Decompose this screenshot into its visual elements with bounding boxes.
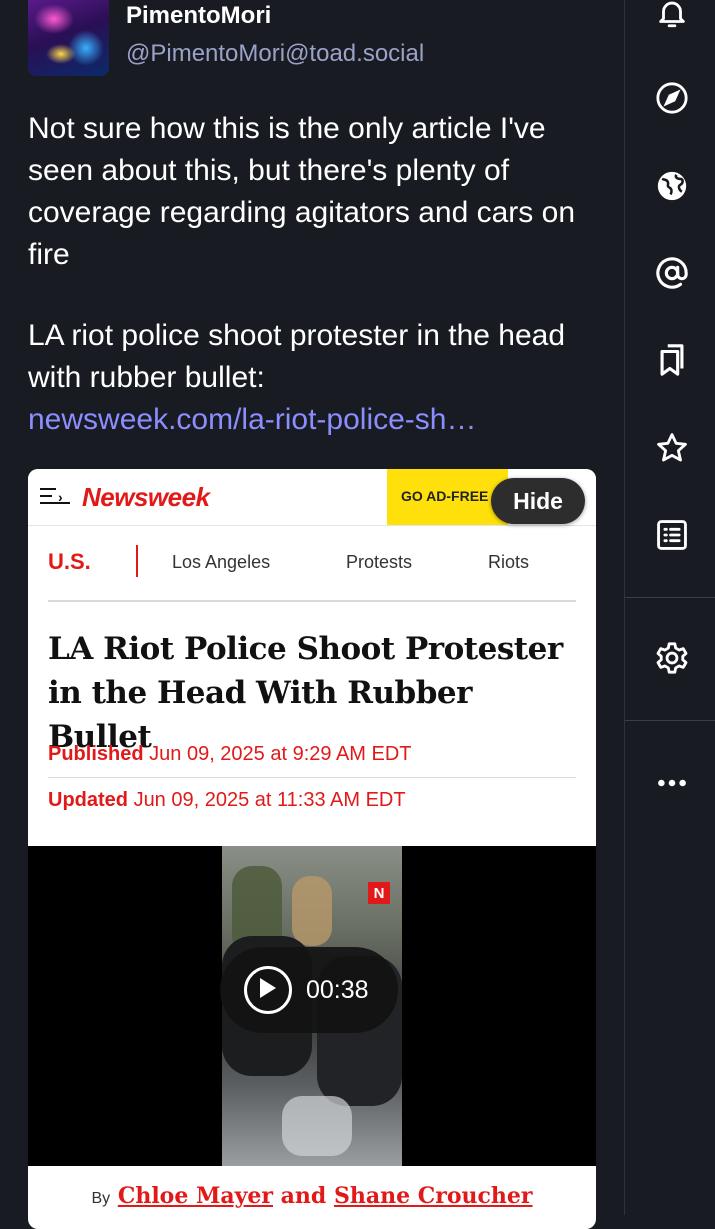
category-item: Los Angeles — [172, 552, 271, 572]
rail-divider — [625, 720, 715, 721]
bookmarks-icon[interactable] — [655, 343, 689, 377]
ad-free-banner: GO AD-FREE — [387, 469, 508, 525]
category-item: Protests — [346, 552, 413, 572]
star-icon[interactable] — [655, 431, 689, 465]
post-content: Not sure how this is the only article I'… — [28, 108, 598, 441]
globe-icon[interactable] — [655, 169, 689, 203]
hide-media-button[interactable]: Hide — [491, 478, 585, 524]
article-link[interactable]: newsweek.com/la-riot-police-sh… — [28, 399, 598, 441]
author-link: Chloe Mayer — [117, 1183, 273, 1209]
more-icon[interactable] — [655, 766, 689, 800]
display-name[interactable]: PimentoMori — [126, 2, 271, 30]
bell-icon[interactable] — [655, 0, 689, 30]
updated-row: Updated Jun 09, 2025 at 11:33 AM EDT — [48, 789, 576, 812]
play-button[interactable]: 00:38 — [220, 947, 398, 1033]
author-link: Shane Croucher — [333, 1183, 533, 1209]
newsweek-logo: Newsweek — [82, 482, 210, 512]
updated-label: Updated — [48, 789, 128, 811]
post-paragraph: LA riot police shoot protester in the he… — [28, 315, 598, 441]
avatar-art — [34, 4, 74, 34]
published-date: Jun 09, 2025 at 9:29 AM EDT — [149, 743, 412, 765]
published-label: Published — [48, 743, 144, 765]
post-paragraph: Not sure how this is the only article I'… — [28, 112, 576, 271]
account-handle[interactable]: @PimentoMori@toad.social — [126, 40, 424, 68]
list-icon[interactable] — [655, 518, 689, 552]
video-player: N 00:38 — [28, 846, 596, 1166]
newsweek-badge: N — [368, 882, 390, 904]
category-nav: U.S. Los Angeles Protests Riots — [48, 545, 576, 602]
post-paragraph-text: LA riot police shoot protester in the he… — [28, 319, 566, 394]
category-main: U.S. — [48, 549, 91, 574]
compass-icon[interactable] — [655, 81, 689, 115]
post-column: PimentoMori @PimentoMori@toad.social Not… — [0, 0, 624, 1229]
avatar[interactable] — [28, 0, 109, 76]
byline-by: By — [91, 1190, 111, 1207]
ad-free-label: GO AD-FREE — [401, 488, 489, 504]
media-attachment[interactable]: › Newsweek GO AD-FREE Hide U.S. Los Ange… — [28, 469, 596, 1229]
byline: By Chloe Mayer and Shane Croucher — [28, 1183, 596, 1209]
play-icon-triangle — [260, 978, 276, 998]
published-row: Published Jun 09, 2025 at 9:29 AM EDT — [48, 743, 576, 778]
gear-icon[interactable] — [655, 641, 689, 675]
menu-icon: › — [40, 488, 72, 506]
at-icon[interactable] — [655, 256, 689, 290]
article-headline: LA Riot Police Shoot Protester in the He… — [48, 631, 563, 755]
byline-and: and — [280, 1183, 327, 1209]
avatar-art — [46, 44, 76, 64]
updated-date: Jun 09, 2025 at 11:33 AM EDT — [133, 789, 406, 811]
category-divider — [136, 545, 138, 577]
category-item: Riots — [488, 552, 530, 572]
navigation-rail — [624, 0, 715, 1215]
rail-divider — [625, 597, 715, 598]
video-duration: 00:38 — [306, 976, 369, 1004]
